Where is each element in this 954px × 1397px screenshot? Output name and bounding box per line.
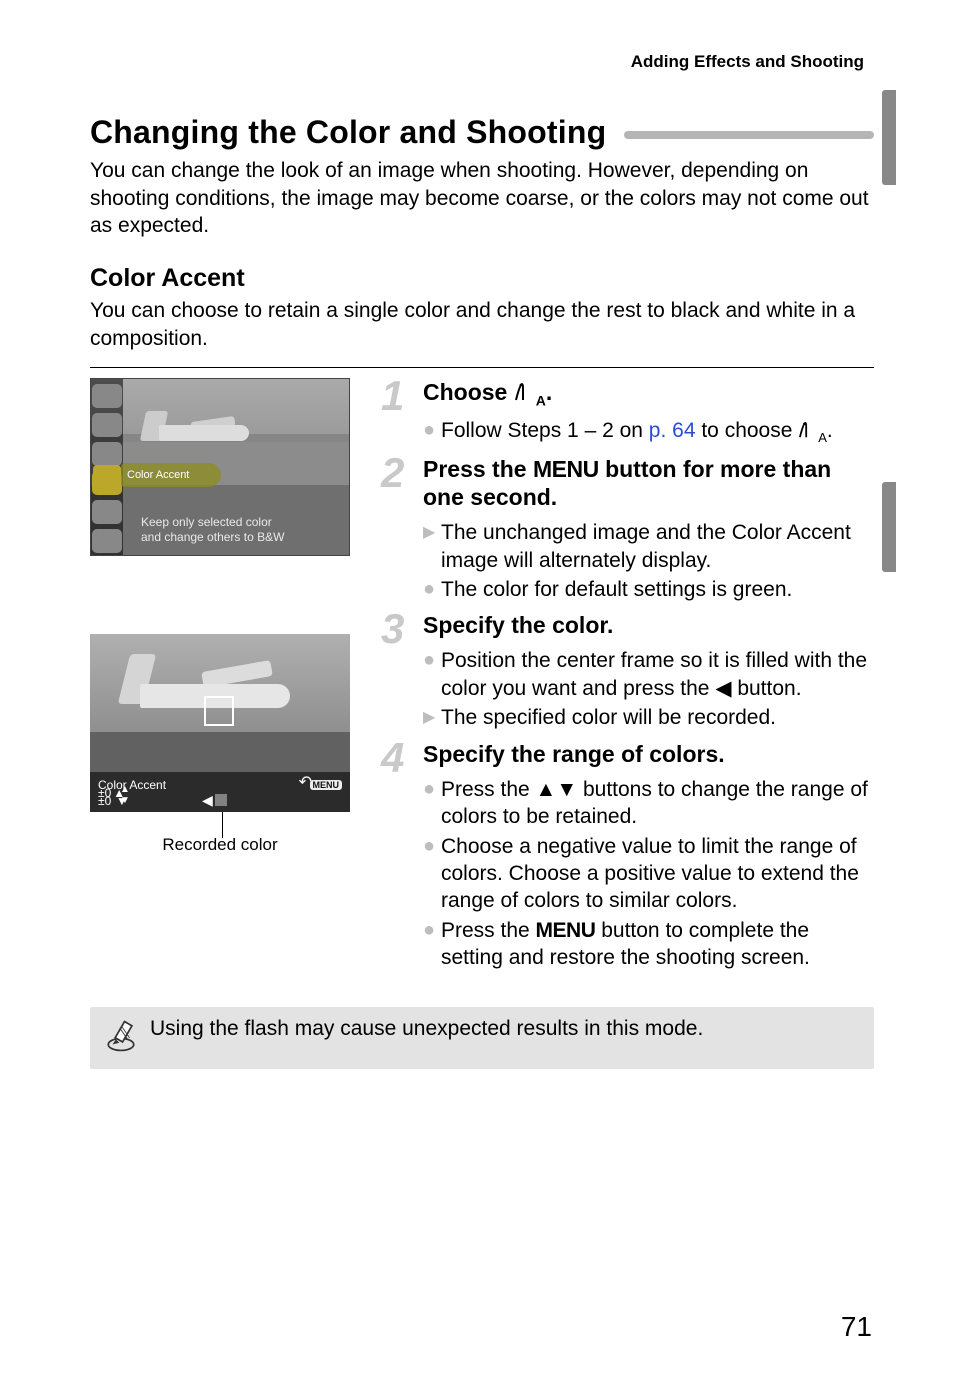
bullet-icon: ● [423, 833, 441, 915]
triangle-bullet-icon: ▶ [423, 704, 441, 732]
breadcrumb: Adding Effects and Shooting [90, 52, 874, 72]
section-heading: Color Accent [90, 264, 874, 293]
left-button-icon: ◀ [715, 677, 731, 700]
step-3-body-1: Position the center frame so it is fille… [441, 647, 874, 702]
figure-mode-menu: Color Accent Keep only selected color an… [90, 378, 350, 556]
step-2: 2 Press the MENU button for more than on… [387, 455, 874, 603]
intro-text: You can change the look of an image when… [90, 157, 874, 240]
down-button-icon: ▼ [556, 778, 577, 801]
figure-mode-tip: Keep only selected color and change othe… [141, 515, 341, 545]
bullet-icon: ● [423, 917, 441, 972]
left-arrow-icon: ◀ [202, 792, 213, 808]
figure2-swatch: ◀ [202, 792, 238, 810]
step-4: 4 Specify the range of colors. ● Press t… [387, 740, 874, 971]
page-title-row: Changing the Color and Shooting [90, 114, 874, 151]
figure2-menu-badge: MENU [310, 780, 343, 790]
triangle-bullet-icon: ▶ [423, 519, 441, 574]
step-1-body: Follow Steps 1 – 2 on p. 64 to choose A. [441, 417, 874, 447]
step-2-body-1: The unchanged image and the Color Accent… [441, 519, 874, 574]
section-divider [90, 367, 874, 368]
callout-line [222, 812, 223, 838]
note-pencil-icon [104, 1019, 138, 1059]
bullet-icon: ● [423, 417, 441, 447]
page-title: Changing the Color and Shooting [90, 114, 606, 151]
step-3-body-2: The specified color will be recorded. [441, 704, 874, 732]
figure-mode-tip-1: Keep only selected color [141, 515, 341, 530]
menu-glyph: MENU [536, 919, 596, 942]
note-text: Using the flash may cause unexpected res… [150, 1017, 703, 1041]
title-rule [624, 131, 874, 139]
section-intro: You can choose to retain a single color … [90, 297, 874, 352]
mode-glyph-icon: A [798, 419, 827, 442]
page-number: 71 [841, 1311, 872, 1343]
step-3: 3 Specify the color. ● Position the cent… [387, 611, 874, 732]
step-4-body-3: Press the MENU button to complete the se… [441, 917, 874, 972]
up-button-icon: ▲ [536, 778, 557, 801]
step-2-heading: Press the MENU button for more than one … [423, 455, 874, 511]
return-icon: ↶ [299, 772, 312, 792]
menu-glyph: MENU [533, 456, 599, 482]
figure-mode-tip-2: and change others to B&W [141, 530, 341, 545]
side-tab-decor-top [882, 90, 896, 185]
center-frame-icon [204, 696, 234, 726]
note-box: Using the flash may cause unexpected res… [90, 1007, 874, 1069]
step-3-heading: Specify the color. [423, 611, 874, 639]
step-1: 1 Choose A. ● Follow Steps 1 – 2 on p. 6… [387, 378, 874, 448]
figure-mode-label: Color Accent [121, 463, 221, 487]
step-number-4: 4 [381, 734, 404, 782]
step-4-body-2: Choose a negative value to limit the ran… [441, 833, 874, 915]
step-number-1: 1 [381, 372, 404, 420]
step-number-2: 2 [381, 449, 404, 497]
mode-glyph-icon: A [514, 379, 546, 405]
bullet-icon: ● [423, 647, 441, 702]
step-1-heading: Choose A. [423, 378, 874, 410]
bullet-icon: ● [423, 776, 441, 831]
recorded-color-caption: Recorded color [90, 835, 350, 855]
figure2-range-readout: ±0 [98, 794, 111, 808]
step-number-3: 3 [381, 605, 404, 653]
step-4-heading: Specify the range of colors. [423, 740, 874, 768]
side-tab-decor-mid [882, 482, 896, 572]
page-ref-link[interactable]: p. 64 [649, 419, 696, 442]
bullet-icon: ● [423, 576, 441, 603]
step-2-body-2: The color for default settings is green. [441, 576, 874, 603]
step-4-body-1: Press the ▲▼ buttons to change the range… [441, 776, 874, 831]
figure-color-accent: Color Accent ±0▲▼ ±0 ▲▼ ◀ MENU ↶ [90, 634, 350, 812]
